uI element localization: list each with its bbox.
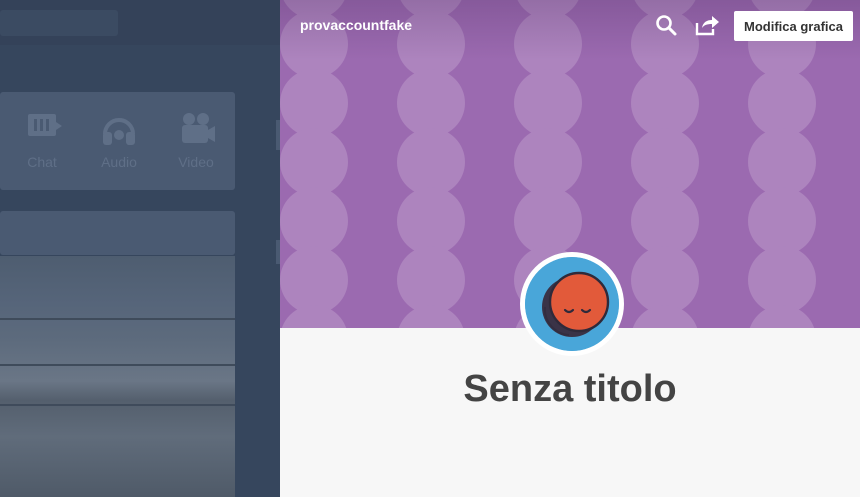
- post-video-button: Video: [166, 100, 226, 184]
- post-chat-button: Chat: [12, 100, 72, 184]
- header-dot: [280, 69, 348, 137]
- header-dot: [397, 69, 465, 137]
- post-audio-label: Audio: [101, 154, 137, 170]
- header-dot: [748, 187, 816, 255]
- blog-preview-panel: provaccountfake Modifica grafica Senza t…: [280, 0, 860, 497]
- blog-name-link[interactable]: provaccountfake: [300, 17, 412, 33]
- header-dot: [514, 128, 582, 196]
- headphones-icon: [103, 118, 135, 145]
- header-dot: [280, 305, 348, 328]
- search-icon[interactable]: [654, 13, 678, 37]
- header-dot: [397, 246, 465, 314]
- header-dot: [397, 305, 465, 328]
- header-dot: [748, 128, 816, 196]
- sleeping-face-avatar: [525, 257, 619, 351]
- post-video-label: Video: [178, 154, 214, 170]
- header-dot: [748, 246, 816, 314]
- chat-icon: [28, 114, 62, 136]
- header-dot: [748, 305, 816, 328]
- blog-avatar[interactable]: [520, 252, 624, 356]
- header-dot: [280, 246, 348, 314]
- dashboard-search: [0, 10, 118, 36]
- header-dot: [631, 69, 699, 137]
- header-dot: [514, 187, 582, 255]
- post-chat-label: Chat: [27, 154, 57, 170]
- header-dot: [397, 187, 465, 255]
- dashboard-strip: [0, 211, 235, 255]
- header-dot: [631, 187, 699, 255]
- header-dot: [631, 246, 699, 314]
- post-type-bar: Chat Audio Video: [0, 92, 235, 190]
- header-dot: [631, 128, 699, 196]
- header-dot: [280, 128, 348, 196]
- header-dot: [748, 69, 816, 137]
- header-dot: [631, 305, 699, 328]
- dashboard-photo: [0, 256, 235, 497]
- video-camera-icon: [182, 113, 215, 143]
- dashboard-topbar: [0, 0, 280, 45]
- header-dot: [397, 128, 465, 196]
- edit-appearance-button[interactable]: Modifica grafica: [734, 11, 853, 41]
- header-dot: [280, 187, 348, 255]
- header-dot: [514, 69, 582, 137]
- post-audio-button: Audio: [89, 100, 149, 184]
- dashboard-background: Chat Audio Video: [0, 0, 280, 497]
- share-icon[interactable]: [694, 13, 720, 37]
- blog-title: Senza titolo: [463, 368, 677, 410]
